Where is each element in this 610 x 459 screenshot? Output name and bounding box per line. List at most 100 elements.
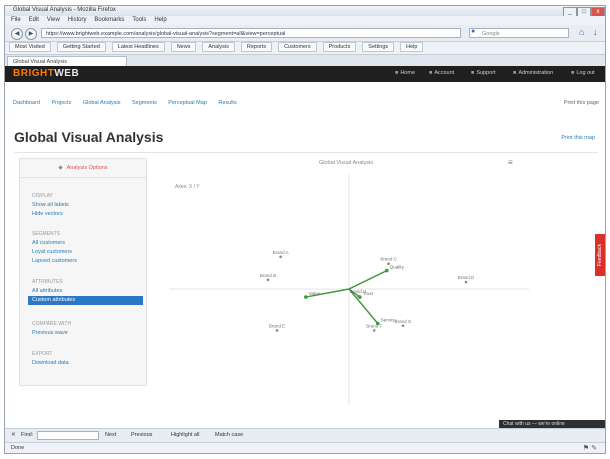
print-map-link[interactable]: Print this map: [561, 135, 595, 141]
find-label: Find:: [21, 432, 34, 438]
point-label: Brand A: [273, 250, 289, 255]
group-title: DISPLAY: [32, 193, 53, 199]
match-case-checkbox[interactable]: Match case: [215, 432, 243, 438]
site-header: BRIGHTWEB ■ Home ■ Account ■ Support ■ Admin…: [5, 66, 605, 82]
bookmark-item[interactable]: Customers: [278, 42, 317, 52]
browser-window: Global Visual Analysis - Mozilla Firefox…: [4, 5, 606, 454]
browser-tab[interactable]: Global Visual Analysis: [7, 56, 127, 66]
vector-label: Quality: [390, 265, 405, 270]
divider: [14, 152, 598, 153]
group-title: COMPARE WITH: [32, 321, 72, 327]
find-bar: ✕ Find: Next Previous Highlight all Matc…: [5, 428, 605, 443]
menu-edit[interactable]: Edit: [29, 16, 39, 25]
logo-part-b: WEB: [54, 68, 80, 79]
panel-link[interactable]: Show all labels: [32, 202, 69, 208]
breadcrumb-item[interactable]: Perceptual Map: [168, 100, 207, 106]
bookmark-item[interactable]: Products: [322, 42, 357, 52]
topnav-home[interactable]: ■ Home: [395, 70, 415, 76]
tab-strip: Global Visual Analysis: [5, 55, 605, 66]
panel-link[interactable]: Download data: [32, 360, 69, 366]
vector-head: [385, 268, 389, 273]
data-point: [387, 262, 390, 265]
print-page-link[interactable]: Print this page: [564, 100, 599, 106]
data-point: [275, 329, 279, 332]
highlight-all-toggle[interactable]: Highlight all: [171, 432, 199, 438]
breadcrumb-item[interactable]: Global Analysis: [83, 100, 121, 106]
group-title: EXPORT: [32, 351, 53, 357]
bookmark-item[interactable]: News: [170, 42, 197, 52]
point-label: Brand E: [269, 323, 285, 328]
data-point: [279, 255, 282, 259]
feedback-tab[interactable]: Feedback: [595, 234, 605, 276]
panel-link-active[interactable]: Custom attributes: [28, 296, 143, 305]
perceptual-map: QualityValueServiceTrust Brand ABrand BB…: [169, 174, 529, 404]
bookmark-item[interactable]: Most Visited: [9, 42, 51, 52]
point-label: Brand G: [395, 319, 412, 324]
data-point: [464, 280, 468, 284]
vector-head: [304, 295, 308, 299]
panel-link[interactable]: All customers: [32, 240, 65, 246]
find-close-icon[interactable]: ✕: [11, 432, 16, 438]
topnav-account[interactable]: ■ Account: [429, 70, 454, 76]
bookmark-item[interactable]: Settings: [362, 42, 395, 52]
point-label: Brand F: [366, 323, 382, 328]
bookmark-item[interactable]: Latest Headlines: [111, 42, 165, 52]
panel-link[interactable]: Loyal customers: [32, 249, 72, 255]
menu-history[interactable]: History: [68, 16, 87, 25]
bookmark-item[interactable]: Help: [400, 42, 424, 52]
menu-view[interactable]: View: [47, 16, 60, 25]
group-title: ATTRIBUTES: [32, 279, 63, 285]
chat-widget[interactable]: Chat with us — we're online: [499, 420, 605, 428]
options-icon: ◆: [58, 165, 63, 171]
point-label: Brand H: [350, 289, 367, 294]
breadcrumb-item[interactable]: Results: [218, 100, 236, 106]
search-input[interactable]: Google: [469, 28, 569, 38]
breadcrumb-item[interactable]: Dashboard: [13, 100, 40, 106]
title-bar: Global Visual Analysis - Mozilla Firefox…: [5, 6, 605, 17]
point-label: Brand B: [260, 273, 276, 278]
panel-header[interactable]: ◆ Analysis Options: [20, 159, 146, 178]
find-input[interactable]: [37, 431, 99, 440]
bookmarks-toolbar: Most Visited Getting Started Latest Head…: [5, 42, 605, 55]
back-button[interactable]: ◀: [11, 28, 23, 40]
menu-bookmarks[interactable]: Bookmarks: [94, 16, 124, 25]
home-icon[interactable]: ⌂: [579, 27, 584, 37]
panel-link[interactable]: All attributes: [32, 288, 62, 294]
address-bar[interactable]: https://www.brightweb.example.com/analys…: [41, 28, 461, 38]
breadcrumb-item[interactable]: Segments: [132, 100, 157, 106]
vector-line: [348, 269, 388, 290]
analysis-options-panel: ◆ Analysis Options DISPLAY Show all label…: [19, 158, 147, 386]
menu-bar: File Edit View History Bookmarks Tools H…: [5, 16, 605, 25]
status-text: Done: [11, 445, 25, 451]
menu-tools[interactable]: Tools: [132, 16, 146, 25]
topnav-logout[interactable]: ■ Log out: [571, 70, 595, 76]
status-bar: Done ⚑ ✎: [5, 442, 605, 453]
chart-menu-icon[interactable]: ≡: [508, 158, 513, 167]
bookmark-item[interactable]: Reports: [240, 42, 273, 52]
chart-container: Global Visual Analysis ≡ Quality Value Ser…: [161, 158, 591, 408]
forward-button[interactable]: ▶: [25, 28, 37, 40]
search-engine-icon[interactable]: ●: [471, 28, 475, 35]
bookmark-item[interactable]: Analysis: [202, 42, 235, 52]
breadcrumb: Dashboard Projects Global Analysis Segme…: [13, 100, 247, 106]
data-point: [356, 294, 360, 298]
point-label: Brand C: [380, 257, 397, 262]
panel-link[interactable]: Previous wave: [32, 330, 68, 336]
menu-file[interactable]: File: [11, 16, 21, 25]
chart-title: Global Visual Analysis: [318, 160, 373, 166]
vector-label: Value: [309, 291, 321, 296]
data-point: [266, 278, 270, 282]
page-viewport: BRIGHTWEB ■ Home ■ Account ■ Support ■ Admin…: [5, 66, 605, 428]
find-previous-button[interactable]: Previous: [131, 432, 152, 438]
bookmark-item[interactable]: Getting Started: [56, 42, 106, 52]
download-icon[interactable]: ↓: [593, 27, 598, 37]
find-next-button[interactable]: Next: [105, 432, 116, 438]
breadcrumb-item[interactable]: Projects: [51, 100, 71, 106]
topnav-support[interactable]: ■ Support: [471, 70, 496, 76]
panel-link[interactable]: Lapsed customers: [32, 258, 77, 264]
topnav-administration[interactable]: ■ Administration: [513, 70, 553, 76]
axis-note: Axes: X / Y: [175, 184, 200, 190]
panel-link[interactable]: Hide vectors: [32, 211, 63, 217]
menu-help[interactable]: Help: [154, 16, 166, 25]
site-logo[interactable]: BRIGHTWEB: [13, 68, 79, 79]
